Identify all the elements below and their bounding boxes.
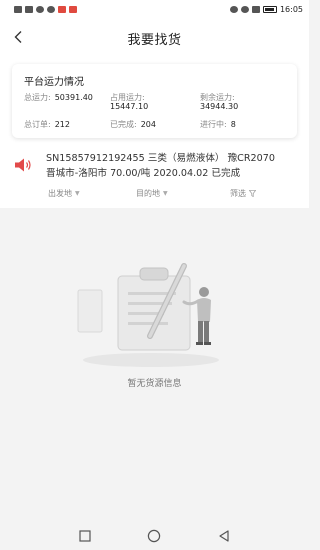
empty-clipboard-illustration-icon xyxy=(77,263,219,367)
empty-state-text: 暂无货源信息 xyxy=(127,379,182,389)
circle-icon xyxy=(148,529,161,542)
card-title: 平台运力情况 xyxy=(24,77,84,88)
app-notification-icon xyxy=(47,5,55,13)
screen-filter-label: 筛选 xyxy=(230,189,246,198)
completed-label: 已完成: xyxy=(110,120,137,129)
total-orders: 总订单: 212 xyxy=(24,119,70,130)
status-right-icons: 16:05 xyxy=(229,4,303,14)
chevron-down-icon: ▼ xyxy=(163,190,168,197)
in-progress-value: 8 xyxy=(230,120,236,129)
used-capacity-value: 15447.10 xyxy=(110,102,149,111)
alarm-icon xyxy=(240,5,249,13)
in-progress-label: 进行中: xyxy=(200,120,227,129)
total-capacity: 总运力: 50391.40 xyxy=(24,92,93,103)
remaining-capacity: 剩余运力: 34944.30 xyxy=(200,92,238,111)
empty-state: 暂无货源信息 xyxy=(0,208,309,521)
completed-orders: 已完成: 204 xyxy=(110,119,156,130)
square-icon xyxy=(79,529,91,542)
announcement-line-2: 晋城市-洛阳市 70.00/吨 2020.04.02 已完成 xyxy=(46,168,241,179)
page-title: 我要找货 xyxy=(127,32,182,48)
announcement-bar[interactable]: SN15857912192455 三类（易燃液体） 豫CR2070 晋城市-洛阳市… xyxy=(14,151,304,185)
origin-filter-label: 出发地 xyxy=(48,189,72,198)
notification-icon xyxy=(36,5,44,13)
eye-icon xyxy=(229,5,238,13)
total-capacity-value: 50391.40 xyxy=(54,93,93,102)
destination-filter-label: 目的地 xyxy=(136,189,160,198)
total-capacity-label: 总运力: xyxy=(24,93,51,102)
home-button[interactable] xyxy=(144,526,164,546)
capacity-summary-card: 平台运力情况 总运力: 50391.40 占用运力: 15447.10 剩余运力:… xyxy=(12,64,297,138)
total-orders-value: 212 xyxy=(54,120,70,129)
app-badge-icon xyxy=(58,5,66,13)
vibrate-icon xyxy=(251,5,260,13)
back-arrow-icon xyxy=(14,31,22,43)
remaining-capacity-label: 剩余运力: xyxy=(200,93,235,102)
system-navigation-bar xyxy=(0,521,309,550)
status-time: 16:05 xyxy=(279,4,303,14)
triangle-back-icon xyxy=(219,529,229,542)
completed-value: 204 xyxy=(140,120,156,129)
header: 我要找货 xyxy=(0,18,309,58)
message-icon xyxy=(69,5,77,13)
filter-bar: 出发地 ▼ 目的地 ▼ 筛选 xyxy=(0,186,309,206)
status-bar: 16:05 xyxy=(0,0,309,18)
used-capacity-label: 占用运力: xyxy=(110,93,145,102)
screen-filter[interactable]: 筛选 xyxy=(230,188,256,199)
back-button[interactable] xyxy=(8,26,30,48)
in-progress-orders: 进行中: 8 xyxy=(200,119,236,130)
announcement-text: SN15857912192455 三类（易燃液体） 豫CR2070 晋城市-洛阳市… xyxy=(46,151,308,181)
wifi-icon xyxy=(25,5,33,13)
status-left-icons xyxy=(14,5,77,13)
origin-filter[interactable]: 出发地 ▼ xyxy=(48,188,80,199)
destination-filter[interactable]: 目的地 ▼ xyxy=(136,188,168,199)
signal-icon xyxy=(14,5,22,13)
remaining-capacity-value: 34944.30 xyxy=(200,102,239,111)
announcement-line-1: SN15857912192455 三类（易燃液体） 豫CR2070 xyxy=(46,153,275,164)
filter-icon xyxy=(249,190,256,197)
system-back-button[interactable] xyxy=(214,526,234,546)
total-orders-label: 总订单: xyxy=(24,120,51,129)
speaker-icon xyxy=(15,158,31,172)
battery-icon xyxy=(262,5,277,13)
used-capacity: 占用运力: 15447.10 xyxy=(110,92,148,111)
recent-apps-button[interactable] xyxy=(75,526,95,546)
chevron-down-icon: ▼ xyxy=(75,190,80,197)
